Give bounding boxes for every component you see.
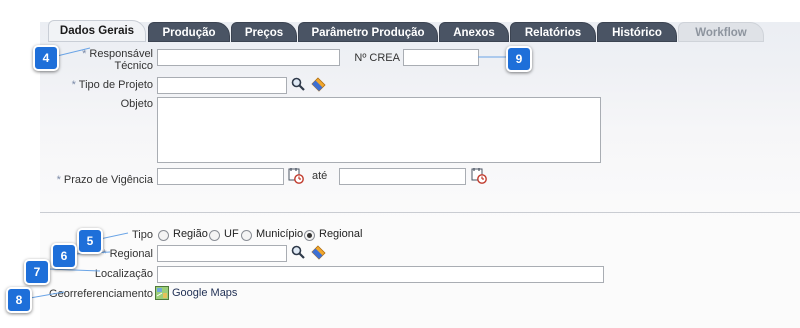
callout-lines [29, 47, 506, 299]
callout-badge-8: 8 [6, 287, 32, 313]
callout-badge-5: 5 [77, 228, 103, 254]
callout-badge-6: 6 [51, 243, 77, 269]
callout-badge-7: 7 [24, 259, 50, 285]
callout-badge-4: 4 [33, 45, 59, 71]
callout-badge-9: 9 [506, 46, 532, 72]
